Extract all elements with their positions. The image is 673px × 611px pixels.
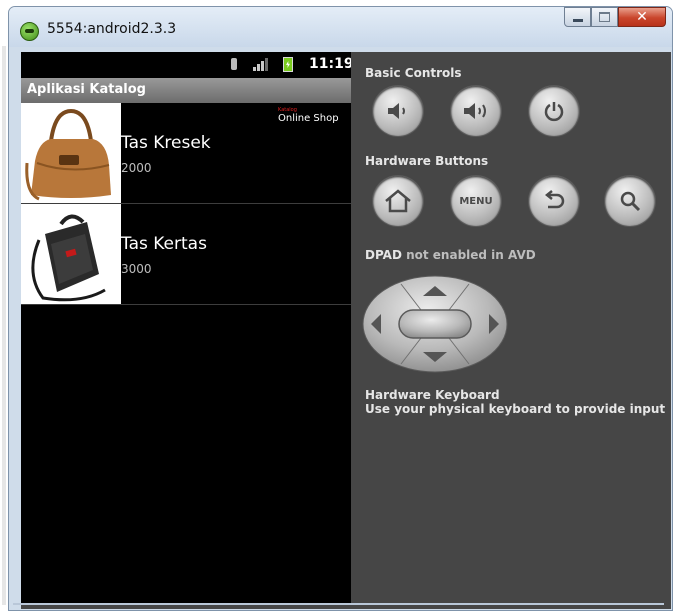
status-bar: 11:19: [21, 52, 351, 78]
android-app-icon: [20, 22, 39, 41]
item-name: Tas Kertas: [121, 234, 207, 254]
device-screen[interactable]: 11:19 Aplikasi Katalog Tas Kresek 2000 T…: [21, 52, 351, 605]
hardware-buttons-label: Hardware Buttons: [365, 154, 489, 168]
maximize-icon: [599, 12, 610, 22]
menu-button[interactable]: MENU: [451, 176, 501, 226]
usb-debug-icon: [231, 58, 237, 70]
item-price: 2000: [121, 161, 152, 175]
app-title: Aplikasi Katalog: [27, 82, 146, 97]
bag-thumbnail: [21, 204, 121, 304]
dpad-label: DPAD: [365, 248, 402, 262]
volume-down-icon: [388, 103, 405, 119]
volume-down-button[interactable]: [373, 86, 423, 136]
status-time: 11:19: [309, 56, 351, 72]
home-button[interactable]: [373, 176, 423, 226]
signal-icon: [253, 58, 269, 71]
brand-logo: Katalog Online Shop: [278, 107, 339, 124]
volume-up-icon: [464, 103, 486, 119]
list-item[interactable]: Tas Kertas 3000: [21, 204, 351, 305]
app-title-bar: Aplikasi Katalog: [21, 78, 351, 103]
power-icon: [544, 102, 564, 122]
close-icon: ✕: [636, 9, 648, 25]
minimize-icon: [572, 19, 583, 22]
back-icon: [544, 190, 565, 209]
power-button[interactable]: [529, 86, 579, 136]
bag-thumbnail: [21, 103, 121, 203]
emulator-controls-panel: Basic Controls Hardware Buttons MENU DPA…: [351, 52, 671, 605]
basic-controls-label: Basic Controls: [365, 66, 462, 80]
brand-title: Online Shop: [278, 113, 339, 124]
window-title: 5554:android2.3.3: [47, 21, 177, 37]
window-controls: ✕: [564, 7, 666, 29]
minimize-button[interactable]: [564, 7, 591, 27]
close-button[interactable]: ✕: [618, 7, 666, 27]
catalog-list: Tas Kresek 2000 Tas Kertas 3000: [21, 103, 351, 305]
window-bottom-border: [13, 603, 664, 605]
dpad[interactable]: [361, 274, 509, 374]
dpad-center-button: [398, 309, 472, 339]
keyboard-hint: Use your physical keyboard to provide in…: [365, 402, 666, 416]
keyboard-title: Hardware Keyboard: [365, 388, 500, 402]
item-price: 3000: [121, 262, 152, 276]
home-icon: [385, 189, 411, 213]
maximize-button[interactable]: [591, 7, 618, 27]
dpad-note: not enabled in AVD: [406, 248, 536, 262]
item-name: Tas Kresek: [121, 133, 211, 153]
volume-up-button[interactable]: [451, 86, 501, 136]
back-button[interactable]: [529, 176, 579, 226]
dpad-label-row: DPAD not enabled in AVD: [365, 248, 536, 262]
window-left-border: [2, 46, 6, 605]
menu-label: MENU: [459, 195, 493, 207]
search-icon: [620, 191, 641, 212]
emulator-client-area: 11:19 Aplikasi Katalog Tas Kresek 2000 T…: [21, 52, 671, 609]
search-button[interactable]: [605, 176, 655, 226]
title-bar[interactable]: 5554:android2.3.3 ✕: [9, 7, 672, 47]
battery-charging-icon: [283, 57, 293, 72]
